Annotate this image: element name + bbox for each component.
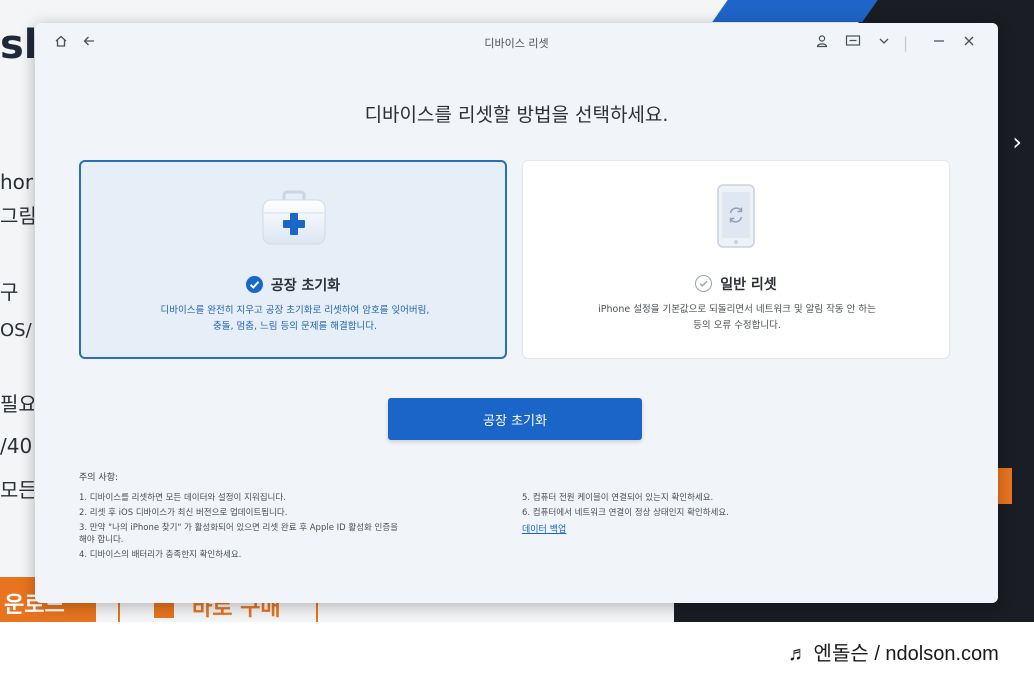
note-item: 2. 리셋 후 iOS 디바이스가 최신 버전으로 업데이트됩니다. (79, 508, 288, 518)
option-description-line: 충돌, 멈춤, 느림 등의 문제를 해결합니다. (213, 321, 377, 332)
option-description-line: 디바이스를 완전히 지우고 공장 초기화로 리셋하여 암호를 잊어버림, (160, 305, 430, 316)
watermark: ♬ 엔돌슨 / ndolson.com (730, 625, 1034, 673)
option-description: iPhone 설정을 기본값으로 되돌리면서 네트워크 및 알림 작동 안 하는… (553, 302, 921, 334)
title-divider: | (903, 34, 909, 52)
note-item: 4. 디바이스의 배터리가 충족한지 확인하세요. (79, 550, 242, 560)
note-item: 5. 컴퓨터 전원 케이블이 연결되어 있는지 확인하세요. (522, 493, 714, 503)
option-title-text: 공장 초기화 (270, 278, 341, 294)
background-orange-tab (998, 468, 1012, 504)
close-icon[interactable] (959, 33, 979, 53)
chevron-down-icon[interactable] (874, 33, 894, 53)
background-side-text: 구 (0, 280, 19, 304)
watermark-text: ♬ 엔돌슨 / ndolson.com (788, 643, 999, 665)
option-description: 디바이스를 완전히 지우고 공장 초기화로 리셋하여 암호를 잊어버림, 충돌,… (111, 303, 479, 335)
background-side-text: 필요 (0, 392, 34, 416)
feedback-icon[interactable] (843, 33, 863, 53)
note-item: 3. 만약 "나의 iPhone 찾기" 가 활성화되어 있으면 리셋 완료 후… (79, 523, 399, 533)
option-card-normal-reset[interactable]: 일반 리셋 iPhone 설정을 기본값으로 되돌리면서 네트워크 및 알림 작… (522, 160, 950, 359)
phone-refresh-icon (716, 183, 756, 249)
reset-device-dialog: 디바이스 리셋 | 디바이스를 리셋할 방법을 선택하세요. 공장 초기화 디바… (35, 23, 998, 603)
option-title-text: 일반 리셋 (720, 277, 777, 293)
first-aid-kit-icon (259, 188, 329, 248)
check-circle-outline-icon (695, 275, 713, 292)
background-blue-stripe (712, 0, 878, 22)
screenshot: sh hor 그림 구 OS/ 필요 /40 모든 운로드 바로 구매 › 디바… (0, 0, 1034, 673)
background-side-text: 모든 (0, 478, 34, 502)
check-circle-icon (245, 276, 263, 293)
note-item: 6. 컴퓨터에서 네트워크 연결이 정상 상태인지 확인하세요. (522, 508, 729, 518)
option-title: 일반 리셋 (523, 274, 949, 294)
background-logo-fragment: sh (0, 22, 34, 68)
option-title: 공장 초기화 (81, 275, 505, 295)
option-description-line: 등의 오류 수정합니다. (693, 320, 781, 331)
factory-reset-button[interactable]: 공장 초기화 (388, 398, 642, 440)
background-side-text: 그림 (0, 204, 34, 228)
minimize-icon[interactable] (929, 33, 949, 53)
option-description-line: iPhone 설정을 기본값으로 되돌리면서 네트워크 및 알림 작동 안 하는 (598, 304, 876, 315)
notes-title: 주의 사항: (79, 473, 119, 483)
title-bar: 디바이스 리셋 | (35, 23, 998, 63)
background-side-text: hor (0, 170, 34, 194)
user-icon[interactable] (812, 33, 832, 53)
background-side-text: OS/ (0, 320, 32, 341)
note-item: 해야 합니다. (79, 535, 124, 545)
data-backup-link[interactable]: 데이터 백업 (522, 522, 566, 535)
note-item: 1. 디바이스를 리셋하면 모든 데이터와 설정이 지워집니다. (79, 493, 286, 503)
dialog-heading: 디바이스를 리셋할 방법을 선택하세요. (364, 104, 669, 126)
background-arrow-mark: › (1012, 128, 1022, 156)
option-card-factory-reset[interactable]: 공장 초기화 디바이스를 완전히 지우고 공장 초기화로 리셋하여 암호를 잊어… (79, 160, 507, 359)
background-side-text: /40 (0, 434, 33, 458)
